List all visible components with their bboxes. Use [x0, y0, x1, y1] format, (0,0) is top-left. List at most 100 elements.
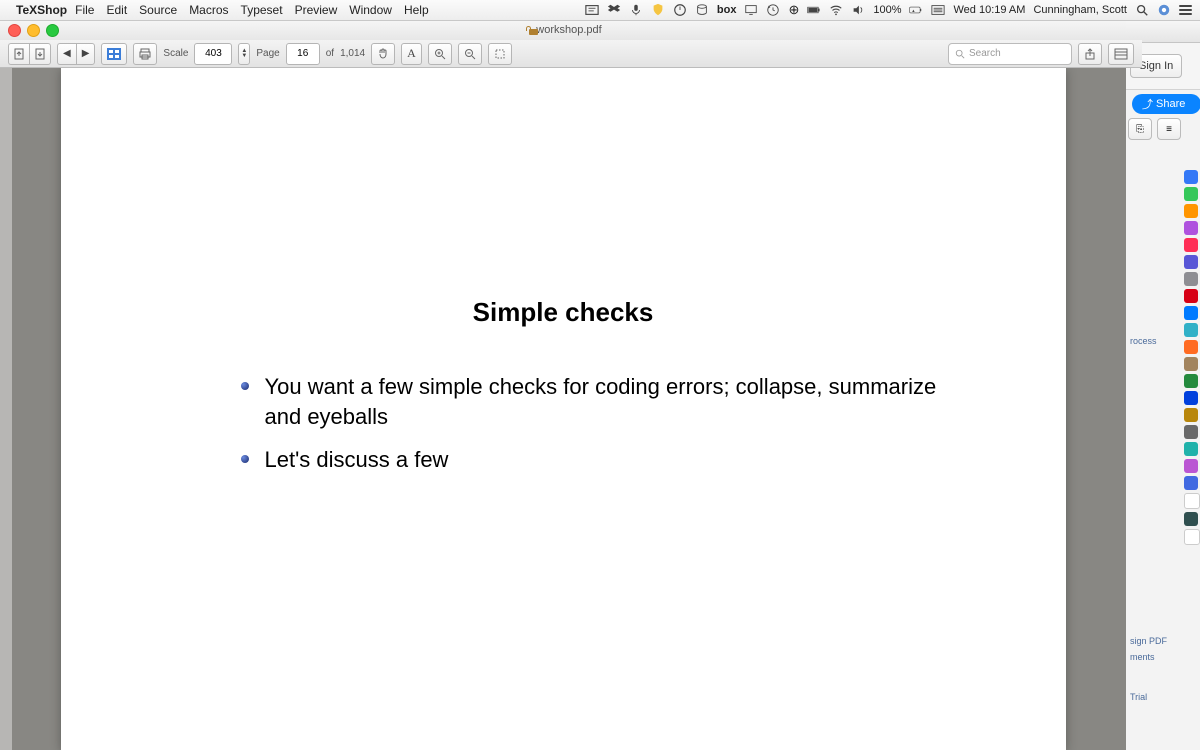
dock-app-21[interactable] [1184, 512, 1198, 526]
dock-app-5[interactable] [1184, 238, 1198, 252]
menu-typeset[interactable]: Typeset [241, 3, 283, 17]
window-title-text: workshop.pdf [536, 24, 601, 36]
scale-stepper[interactable]: ▲▼ [238, 43, 250, 65]
bullet-2-text: Let's discuss a few [265, 445, 946, 475]
menu-source[interactable]: Source [139, 3, 177, 17]
bg-icon-1[interactable]: ⎘ [1128, 118, 1152, 140]
dock-app-7[interactable] [1184, 272, 1198, 286]
dock-app-13[interactable] [1184, 374, 1198, 388]
minimize-button[interactable] [27, 24, 40, 37]
left-scrollbar[interactable] [0, 67, 12, 750]
window-title: workshop.pdf [0, 24, 1126, 36]
bullet-2: Let's discuss a few [241, 445, 946, 475]
dock-app-18[interactable] [1184, 459, 1198, 473]
dock-app-1[interactable] [1184, 170, 1198, 184]
share-label: Share [1156, 98, 1185, 110]
timemachine-icon[interactable] [766, 3, 780, 17]
menu-edit[interactable]: Edit [106, 3, 127, 17]
move-icon[interactable]: ⊕ [788, 2, 799, 18]
page-down-button[interactable] [29, 43, 51, 65]
input-icon[interactable] [931, 3, 945, 17]
slide-body: You want a few simple checks for coding … [241, 372, 946, 489]
scale-input[interactable] [194, 43, 232, 65]
search-icon [955, 49, 965, 59]
menu-preview[interactable]: Preview [295, 3, 338, 17]
mic-icon[interactable] [629, 3, 643, 17]
page-label: Page [256, 48, 279, 59]
shield-icon[interactable] [651, 3, 665, 17]
dock-app-16[interactable] [1184, 425, 1198, 439]
bg-link-trial[interactable]: Trial [1130, 692, 1195, 702]
slide-title: Simple checks [61, 297, 1066, 328]
hamburger-icon[interactable] [1179, 5, 1192, 15]
dropbox-icon[interactable] [607, 3, 621, 17]
pdf-viewport[interactable]: Simple checks You want a few simple chec… [0, 67, 1126, 750]
zoom-out-button[interactable] [458, 43, 482, 65]
menu-help[interactable]: Help [404, 3, 429, 17]
dock-app-17[interactable] [1184, 442, 1198, 456]
split-view-button[interactable] [1108, 43, 1134, 65]
box-text[interactable]: box [717, 4, 737, 16]
hand-tool-button[interactable] [371, 43, 395, 65]
display-icon[interactable] [744, 3, 758, 17]
dock-app-15[interactable] [1184, 408, 1198, 422]
dock-app-12[interactable] [1184, 357, 1198, 371]
next-button[interactable]: ▶ [76, 43, 96, 65]
select-tool-button[interactable] [488, 43, 512, 65]
menubar-time[interactable]: Wed 10:19 AM [953, 4, 1025, 16]
wifi-icon[interactable] [829, 3, 843, 17]
menu-window[interactable]: Window [349, 3, 392, 17]
volume-icon[interactable] [851, 3, 865, 17]
dock-app-3[interactable] [1184, 204, 1198, 218]
scale-label: Scale [163, 48, 188, 59]
app-name[interactable]: TeXShop [16, 3, 67, 17]
pdf-page: Simple checks You want a few simple chec… [61, 67, 1066, 750]
share-sheet-button[interactable] [1078, 43, 1102, 65]
window-titlebar: workshop.pdf [0, 20, 1126, 41]
zoom-button[interactable] [46, 24, 59, 37]
page-up-button[interactable] [8, 43, 29, 65]
dock-app-6[interactable] [1184, 255, 1198, 269]
text-tool-button[interactable]: A [401, 43, 422, 65]
dock-app-10[interactable] [1184, 323, 1198, 337]
drawer-button[interactable] [101, 43, 127, 65]
notif-center-icon[interactable] [1157, 3, 1171, 17]
svg-text:▲: ▲ [912, 8, 916, 13]
share-button[interactable]: ⤴Share [1132, 94, 1200, 114]
dock-app-8[interactable] [1184, 289, 1198, 303]
total-pages: 1,014 [340, 48, 365, 59]
search-placeholder: Search [969, 48, 1001, 59]
menu-macros[interactable]: Macros [189, 3, 228, 17]
dock-app-20[interactable] [1184, 493, 1200, 509]
dock-app-14[interactable] [1184, 391, 1198, 405]
zoom-in-button[interactable] [428, 43, 452, 65]
bg-link-comments[interactable]: ments [1130, 652, 1195, 662]
menubar-user[interactable]: Cunningham, Scott [1033, 4, 1127, 16]
menubar-right: box ⊕ 100% ▲ Wed 10:19 AM Cunningham, Sc… [585, 2, 1192, 18]
circle-icon[interactable] [673, 3, 687, 17]
lock-icon [524, 26, 533, 35]
print-button[interactable] [133, 43, 157, 65]
close-button[interactable] [8, 24, 21, 37]
dock-app-2[interactable] [1184, 187, 1198, 201]
menu-file[interactable]: File [75, 3, 94, 17]
dock-app-11[interactable] [1184, 340, 1198, 354]
spotlight-icon[interactable] [1135, 3, 1149, 17]
search-field[interactable]: Search [948, 43, 1072, 65]
page-up-down-group [8, 43, 51, 65]
textbox-icon[interactable] [585, 3, 599, 17]
page-input[interactable] [286, 43, 320, 65]
battery-pct: 100% [873, 4, 901, 16]
dock-app-4[interactable] [1184, 221, 1198, 235]
dock-app-19[interactable] [1184, 476, 1198, 490]
battery-icon[interactable] [807, 3, 821, 17]
bg-link-sign[interactable]: sign PDF [1130, 636, 1195, 646]
right-dock [1184, 170, 1200, 545]
menubar: TeXShop File Edit Source Macros Typeset … [0, 0, 1200, 21]
dock-app-22[interactable] [1184, 529, 1200, 545]
of-label: of [326, 48, 334, 59]
bg-icon-2[interactable]: ≡ [1157, 118, 1181, 140]
dock-app-9[interactable] [1184, 306, 1198, 320]
db-icon[interactable] [695, 3, 709, 17]
prev-button[interactable]: ◀ [57, 43, 76, 65]
